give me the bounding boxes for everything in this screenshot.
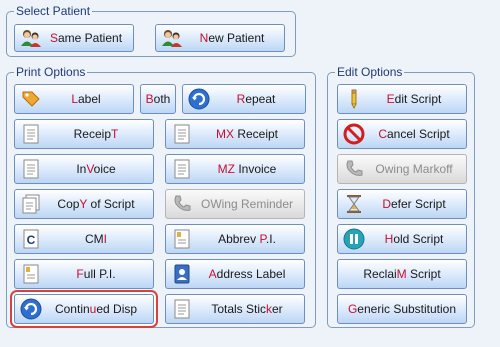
document-icon xyxy=(20,123,42,145)
pencil-icon xyxy=(343,88,365,110)
reclaim-script-button[interactable]: ReclaiM Script xyxy=(337,259,467,289)
document-icon xyxy=(171,158,193,180)
print-options-title: Print Options xyxy=(14,65,88,79)
mx-receipt-button[interactable]: MX Receipt xyxy=(165,119,305,149)
address-label-button[interactable]: Address Label xyxy=(165,259,305,289)
edit-script-button-label: Edit Script xyxy=(386,92,442,106)
label-button[interactable]: Label xyxy=(14,84,134,114)
document-icon xyxy=(171,123,193,145)
reclaim-script-button-label: ReclaiM Script xyxy=(363,267,441,281)
owing-reminder-button[interactable]: OWing Reminder xyxy=(165,189,305,219)
no-entry-icon xyxy=(343,123,365,145)
cmi-button-label: CMI xyxy=(84,232,107,246)
generic-substitution-button-label: Generic Substitution xyxy=(347,302,457,316)
owing-reminder-button-label: OWing Reminder xyxy=(200,197,294,211)
pause-icon xyxy=(343,228,365,250)
document-icon xyxy=(20,263,42,285)
edit-options-title: Edit Options xyxy=(335,65,405,79)
defer-script-button[interactable]: Defer Script xyxy=(337,189,467,219)
both-button[interactable]: Both xyxy=(140,84,176,114)
cmi-button[interactable]: C CMI xyxy=(14,224,154,254)
abbrev-pi-button[interactable]: Abbrev P.I. xyxy=(165,224,305,254)
phone-icon xyxy=(343,158,365,180)
phone-icon xyxy=(171,193,193,215)
mz-invoice-button-label: MZ Invoice xyxy=(217,162,277,176)
refresh-icon xyxy=(20,298,42,320)
cancel-script-button-label: Cancel Script xyxy=(378,127,450,141)
repeat-button-label: Repeat xyxy=(236,92,276,106)
new-patient-label: New Patient xyxy=(199,31,265,45)
generic-substitution-button[interactable]: Generic Substitution xyxy=(337,294,467,324)
address-label-button-label: Address Label xyxy=(208,267,286,281)
copy-of-script-button[interactable]: CopY of Script xyxy=(14,189,154,219)
hold-script-button-label: Hold Script xyxy=(384,232,444,246)
document-icon xyxy=(20,158,42,180)
patients-icon xyxy=(20,27,42,49)
hold-script-button[interactable]: Hold Script xyxy=(337,224,467,254)
same-patient-button[interactable]: Same Patient xyxy=(14,24,134,52)
full-pi-button-label: Full P.I. xyxy=(76,267,116,281)
patients-icon xyxy=(161,27,183,49)
continued-disp-button-label: Continued Disp xyxy=(54,302,138,316)
defer-script-button-label: Defer Script xyxy=(382,197,446,211)
receipt-button[interactable]: ReceipT xyxy=(14,119,154,149)
invoice-button-label: InVoice xyxy=(76,162,116,176)
document-icon xyxy=(171,228,193,250)
copy-icon xyxy=(20,193,42,215)
mz-invoice-button[interactable]: MZ Invoice xyxy=(165,154,305,184)
receipt-button-label: ReceipT xyxy=(73,127,119,141)
refresh-icon xyxy=(188,88,210,110)
owing-markoff-button[interactable]: Owing Markoff xyxy=(337,154,467,184)
repeat-button[interactable]: Repeat xyxy=(182,84,306,114)
document-icon xyxy=(171,298,193,320)
label-button-label: Label xyxy=(71,92,101,106)
totals-sticker-button[interactable]: Totals Sticker xyxy=(165,294,305,324)
new-patient-button[interactable]: New Patient xyxy=(155,24,285,52)
totals-sticker-button-label: Totals Sticker xyxy=(211,302,283,316)
hourglass-icon xyxy=(343,193,365,215)
owing-markoff-button-label: Owing Markoff xyxy=(375,162,453,176)
select-patient-title: Select Patient xyxy=(14,4,93,18)
invoice-button[interactable]: InVoice xyxy=(14,154,154,184)
cmi-icon: C xyxy=(20,228,42,250)
cancel-script-button[interactable]: Cancel Script xyxy=(337,119,467,149)
mx-receipt-button-label: MX Receipt xyxy=(215,127,279,141)
svg-text:C: C xyxy=(27,233,36,247)
address-book-icon xyxy=(171,263,193,285)
edit-script-button[interactable]: Edit Script xyxy=(337,84,467,114)
abbrev-pi-button-label: Abbrev P.I. xyxy=(218,232,276,246)
full-pi-button[interactable]: Full P.I. xyxy=(14,259,154,289)
tag-icon xyxy=(20,88,42,110)
both-button-label: Both xyxy=(145,92,171,106)
copy-of-script-button-label: CopY of Script xyxy=(57,197,135,211)
continued-disp-button[interactable]: Continued Disp xyxy=(14,294,154,324)
